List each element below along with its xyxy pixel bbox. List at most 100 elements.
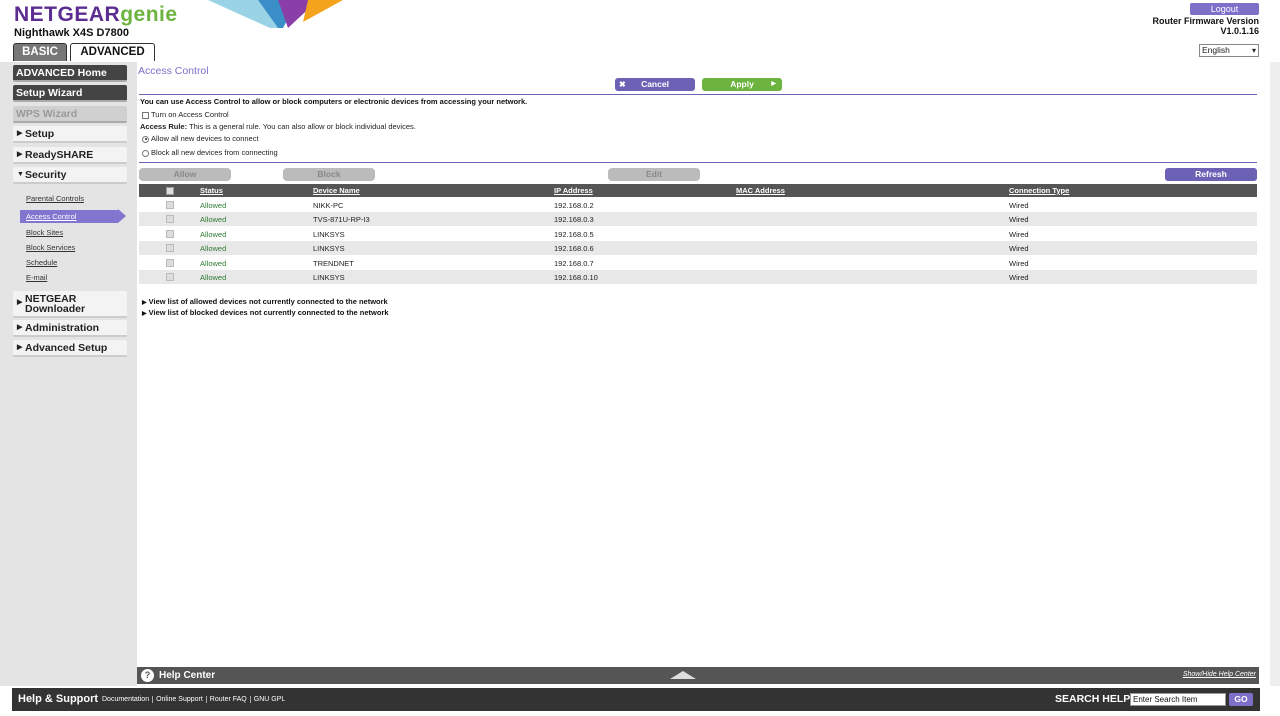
- sidebar-item-advanced-setup[interactable]: ▶ Advanced Setup: [13, 340, 127, 357]
- caret-right-icon: ▶: [17, 324, 23, 331]
- page-scrollbar[interactable]: [1270, 62, 1280, 686]
- refresh-button[interactable]: Refresh: [1165, 168, 1257, 181]
- access-rule-text: Access Rule: This is a general rule. You…: [140, 122, 416, 131]
- table-row[interactable]: Allowed LINKSYS 192.168.0.5 Wired: [139, 227, 1257, 241]
- apply-label: Apply: [730, 79, 754, 89]
- router-model: Nighthawk X4S D7800: [14, 27, 129, 39]
- access-rule-desc: This is a general rule. You can also all…: [189, 122, 416, 131]
- logo-swoosh-icon: [208, 0, 343, 28]
- row-ip-address: 192.168.0.2: [554, 201, 594, 210]
- column-ip-address[interactable]: IP Address: [554, 186, 593, 195]
- row-ip-address: 192.168.0.3: [554, 215, 594, 224]
- description-text: You can use Access Control to allow or b…: [140, 97, 528, 106]
- row-checkbox[interactable]: [166, 201, 174, 209]
- footer-link-gnu-gpl[interactable]: GNU GPL: [251, 696, 289, 703]
- column-mac-address[interactable]: MAC Address: [736, 186, 785, 195]
- search-go-button[interactable]: GO: [1229, 693, 1253, 706]
- caret-right-icon: ▶: [142, 300, 147, 306]
- row-status: Allowed: [200, 201, 227, 210]
- cancel-button[interactable]: ✖ Cancel: [615, 78, 695, 91]
- table-row[interactable]: Allowed LINKSYS 192.168.0.10 Wired: [139, 270, 1257, 284]
- sidebar-item-label: Setup: [25, 128, 55, 140]
- logout-button[interactable]: Logout: [1190, 3, 1259, 15]
- firmware-info: Router Firmware Version V1.0.1.16: [1152, 16, 1259, 36]
- row-device-name: LINKSYS: [313, 244, 345, 253]
- row-connection-type: Wired: [1009, 201, 1029, 210]
- row-checkbox[interactable]: [166, 215, 174, 223]
- row-checkbox[interactable]: [166, 244, 174, 252]
- tab-advanced[interactable]: ADVANCED: [70, 43, 155, 61]
- cancel-label: Cancel: [641, 79, 669, 89]
- sidebar-item-setup[interactable]: ▶ Setup: [13, 126, 127, 143]
- footer-link-documentation[interactable]: Documentation: [99, 696, 154, 703]
- column-device-name[interactable]: Device Name: [313, 186, 360, 195]
- row-status: Allowed: [200, 215, 227, 224]
- view-allowed-label: View list of allowed devices not current…: [148, 297, 388, 306]
- row-checkbox[interactable]: [166, 273, 174, 281]
- row-status: Allowed: [200, 273, 227, 282]
- language-value: English: [1202, 45, 1230, 55]
- radio-block-new-devices[interactable]: [142, 149, 149, 157]
- column-connection-type[interactable]: Connection Type: [1009, 186, 1069, 195]
- sidebar-item-security[interactable]: ▼ Security: [13, 167, 127, 184]
- footer-link-online-support[interactable]: Online Support: [153, 696, 207, 703]
- sidebar-advanced-home[interactable]: ADVANCED Home: [13, 65, 127, 82]
- sidebar-item-label: Downloader: [25, 303, 86, 315]
- radio-block-row[interactable]: Block all new devices from connecting: [142, 148, 278, 157]
- turn-on-access-control-row[interactable]: Turn on Access Control: [142, 110, 229, 119]
- sidebar-link-access-control[interactable]: Access Control: [20, 210, 118, 223]
- row-ip-address: 192.168.0.10: [554, 273, 598, 282]
- row-status: Allowed: [200, 259, 227, 268]
- turn-on-access-control-checkbox[interactable]: [142, 111, 149, 119]
- sidebar-wps-wizard[interactable]: WPS Wizard: [13, 106, 127, 123]
- radio-allow-row[interactable]: Allow all new devices to connect: [142, 134, 259, 143]
- allow-button[interactable]: Allow: [139, 168, 231, 181]
- footer-link-router-faq[interactable]: Router FAQ: [206, 696, 251, 703]
- caret-down-icon: ▼: [17, 171, 24, 178]
- expand-help-icon[interactable]: [670, 671, 696, 679]
- close-icon: ✖: [619, 80, 626, 89]
- view-allowed-devices-link[interactable]: ▶ View list of allowed devices not curren…: [142, 297, 388, 306]
- radio-block-label: Block all new devices from connecting: [151, 148, 278, 157]
- row-connection-type: Wired: [1009, 244, 1029, 253]
- sidebar-setup-wizard[interactable]: Setup Wizard: [13, 85, 127, 102]
- sidebar-item-readyshare[interactable]: ▶ ReadySHARE: [13, 147, 127, 164]
- table-row[interactable]: Allowed NIKK-PC 192.168.0.2 Wired: [139, 198, 1257, 212]
- search-help-input[interactable]: Enter Search Item: [1130, 693, 1226, 706]
- sidebar-link-parental-controls[interactable]: Parental Controls: [26, 194, 84, 203]
- row-status: Allowed: [200, 244, 227, 253]
- table-row[interactable]: Allowed TRENDNET 192.168.0.7 Wired: [139, 256, 1257, 270]
- help-center-title: Help Center: [159, 670, 216, 681]
- sidebar-link-block-sites[interactable]: Block Sites: [26, 228, 63, 237]
- apply-button[interactable]: Apply ▶: [702, 78, 782, 91]
- table-row[interactable]: Allowed TVS-871U-RP-I3 192.168.0.3 Wired: [139, 212, 1257, 226]
- block-button[interactable]: Block: [283, 168, 375, 181]
- divider: [139, 162, 1257, 163]
- table-header: Status Device Name IP Address MAC Addres…: [139, 184, 1257, 197]
- table-row[interactable]: Allowed LINKSYS 192.168.0.6 Wired: [139, 241, 1257, 255]
- row-checkbox[interactable]: [166, 259, 174, 267]
- search-help-label: SEARCH HELP: [1055, 693, 1131, 705]
- page-title: Access Control: [138, 65, 209, 77]
- sidebar-item-administration[interactable]: ▶ Administration: [13, 320, 127, 337]
- caret-right-icon: ▶: [17, 130, 23, 137]
- row-device-name: NIKK-PC: [313, 201, 344, 210]
- sidebar-link-block-services[interactable]: Block Services: [26, 243, 75, 252]
- row-checkbox[interactable]: [166, 230, 174, 238]
- select-all-checkbox[interactable]: [166, 187, 174, 195]
- radio-allow-new-devices[interactable]: [142, 135, 149, 143]
- firmware-label: Router Firmware Version: [1152, 16, 1259, 26]
- sidebar-item-netgear-downloader[interactable]: ▶ NETGEAR Downloader: [13, 291, 127, 318]
- sidebar-link-email[interactable]: E-mail: [26, 273, 47, 282]
- caret-right-icon: ▶: [17, 151, 23, 158]
- sidebar-link-schedule[interactable]: Schedule: [26, 258, 57, 267]
- view-blocked-devices-link[interactable]: ▶ View list of blocked devices not curren…: [142, 308, 389, 317]
- show-hide-help-link[interactable]: Show/Hide Help Center: [1183, 671, 1256, 678]
- column-status[interactable]: Status: [200, 186, 223, 195]
- caret-right-icon: ▶: [142, 311, 147, 317]
- sidebar-item-label: Advanced Setup: [25, 342, 108, 354]
- edit-button[interactable]: Edit: [608, 168, 700, 181]
- language-select[interactable]: English ▾: [1199, 44, 1259, 57]
- firmware-version: V1.0.1.16: [1220, 26, 1259, 36]
- tab-basic[interactable]: BASIC: [13, 43, 67, 61]
